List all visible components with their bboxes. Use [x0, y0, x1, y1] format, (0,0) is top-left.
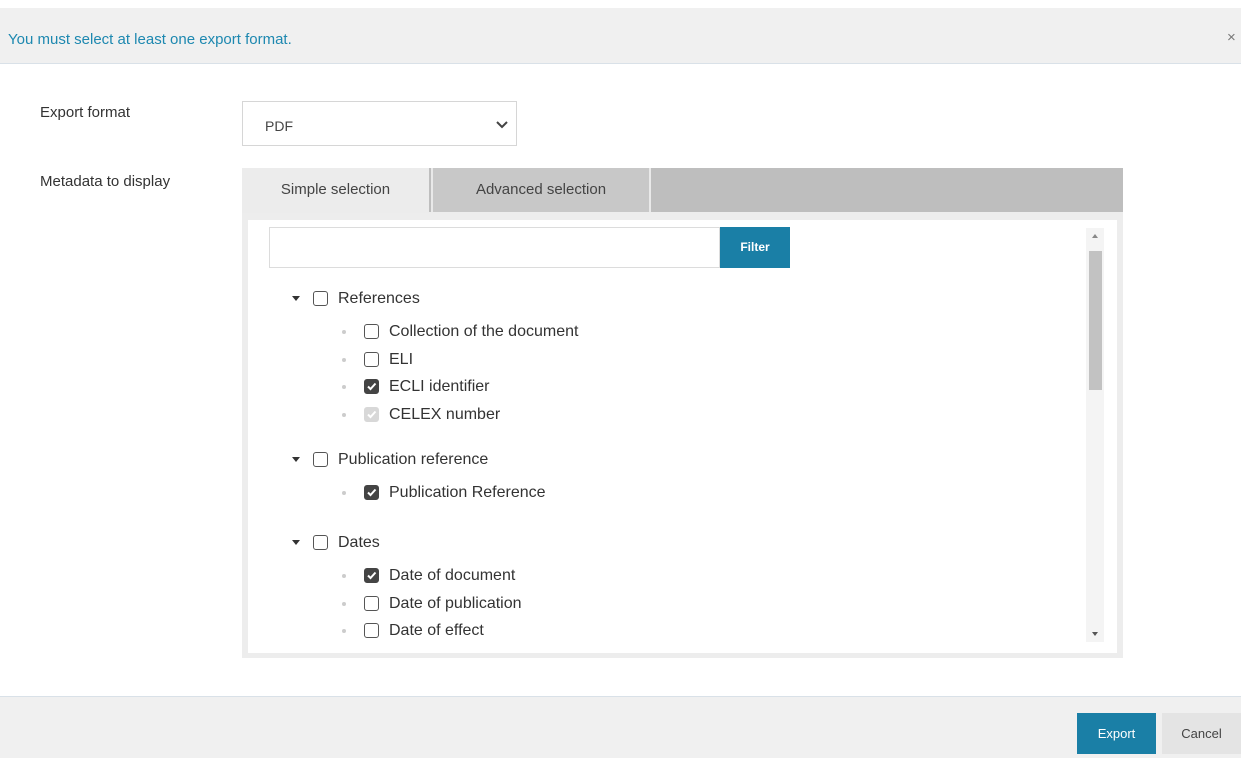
tree-group-checkbox[interactable]: [313, 291, 328, 306]
metadata-panel: Simple selection Advanced selection Filt…: [242, 168, 1123, 658]
export-format-label: Export format: [40, 104, 131, 121]
tree-item-label: CELEX number: [389, 405, 501, 423]
simple-selection-content: Filter References Collection of the docum…: [248, 220, 1117, 653]
filter-button[interactable]: Filter: [720, 227, 790, 268]
tree-item-checkbox[interactable]: [364, 324, 379, 339]
tree-item-checkbox[interactable]: [364, 623, 379, 638]
error-message: You must select at least one export form…: [8, 31, 292, 48]
scroll-down-icon[interactable]: [1091, 630, 1099, 638]
tree-group-checkbox[interactable]: [313, 452, 328, 467]
tree-item-label: Date of effect: [389, 622, 484, 639]
scroll-thumb[interactable]: [1089, 251, 1102, 390]
export-format-select[interactable]: PDF: [242, 101, 517, 146]
filter-input[interactable]: [269, 227, 720, 268]
tree-item-checkbox: [364, 406, 379, 422]
dialog-footer: Export Cancel: [0, 696, 1241, 758]
tab-strip: Simple selection Advanced selection: [242, 168, 1123, 213]
tree-item-label: Publication Reference: [389, 484, 546, 501]
scroll-up-icon[interactable]: [1091, 232, 1099, 240]
bullet-icon: [342, 601, 346, 606]
export-button[interactable]: Export: [1077, 713, 1156, 754]
tree-item-checkbox[interactable]: [364, 351, 379, 367]
bullet-icon: [342, 574, 346, 578]
tree-item-label: ELI: [389, 350, 414, 368]
tree-item-checkbox[interactable]: [364, 379, 379, 394]
tree-item-label: Date of publication: [389, 594, 522, 612]
tree-item-checkbox[interactable]: [364, 568, 379, 583]
tree-item-label: Collection of the document: [389, 323, 579, 340]
close-icon[interactable]: ×: [1227, 29, 1241, 47]
caret-down-icon[interactable]: [291, 454, 301, 464]
bullet-icon: [342, 491, 346, 495]
tree-group-checkbox[interactable]: [313, 535, 328, 550]
export-dialog: You must select at least one export form…: [0, 0, 1241, 758]
tree-group-label: References: [338, 290, 420, 307]
scrollbar[interactable]: [1086, 228, 1104, 642]
tree-group-label: Dates: [338, 534, 380, 551]
tree-item-label: Date of document: [389, 567, 516, 584]
tree-group-label: Publication reference: [338, 451, 489, 468]
export-format-value: PDF: [265, 118, 293, 134]
error-message-bar: You must select at least one export form…: [0, 8, 1241, 64]
tab-advanced-selection[interactable]: Advanced selection: [431, 168, 651, 212]
bullet-icon: [342, 330, 346, 334]
bullet-icon: [342, 629, 346, 633]
tree-item-checkbox[interactable]: [364, 595, 379, 611]
caret-down-icon[interactable]: [291, 537, 301, 547]
caret-down-icon[interactable]: [291, 293, 301, 303]
tree-item-checkbox[interactable]: [364, 485, 379, 500]
bullet-icon: [342, 412, 346, 417]
bullet-icon: [342, 385, 346, 389]
tab-simple-selection[interactable]: Simple selection: [242, 168, 429, 213]
chevron-down-icon: [496, 121, 508, 129]
tree-item-label: ECLI identifier: [389, 378, 490, 395]
bullet-icon: [342, 357, 346, 362]
cancel-button[interactable]: Cancel: [1162, 713, 1241, 754]
metadata-label: Metadata to display: [40, 173, 171, 190]
